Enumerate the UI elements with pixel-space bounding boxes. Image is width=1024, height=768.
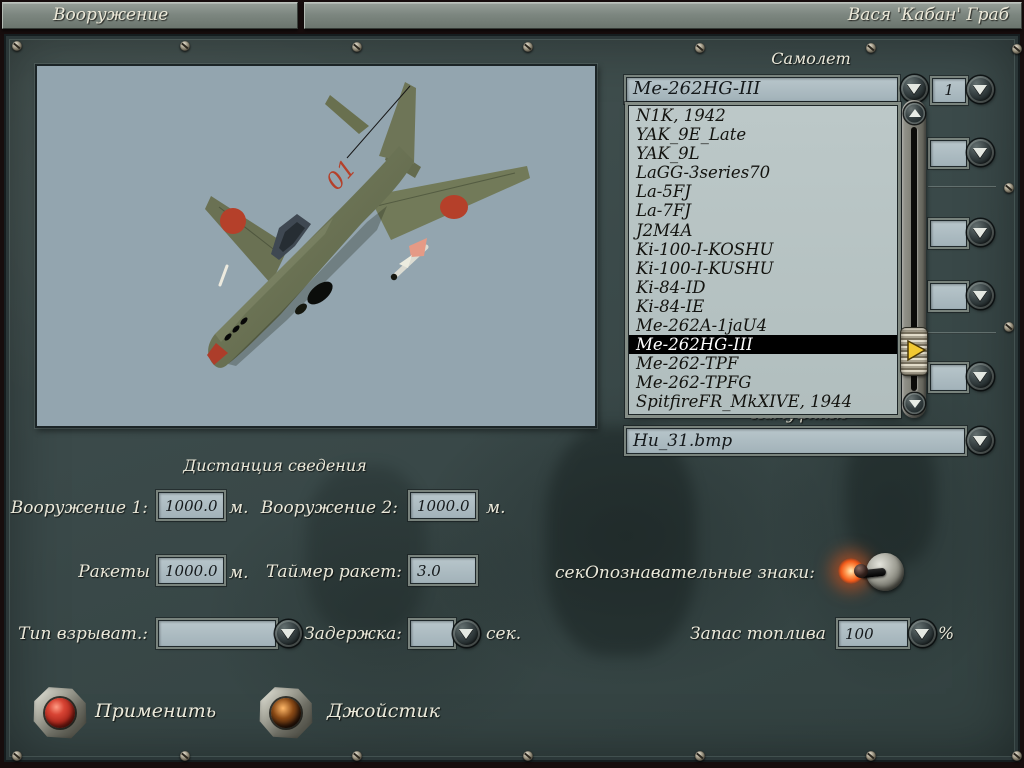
aircraft-list-item[interactable]: Me-262HG-III (629, 335, 897, 355)
section-divider (928, 186, 996, 188)
panel-screw (866, 43, 876, 53)
hidden-field-spinner[interactable] (967, 219, 994, 246)
panel-screw (1004, 183, 1014, 193)
rockets-label: Ракеты (78, 562, 150, 582)
aircraft-combo-dropdown-button[interactable] (901, 75, 928, 102)
markings-label: Опознавательные знаки: (585, 563, 815, 583)
panel-screw (1012, 751, 1022, 761)
convergence-title: Дистанция сведения (183, 456, 367, 475)
aircraft-preview: 01 (35, 64, 597, 428)
hidden-field-spinner[interactable] (967, 282, 994, 309)
aircraft-dropdown-list[interactable]: N1K, 1942 YAK_9E_Late YAK_9L LaGG-3series70… (628, 105, 898, 415)
hidden-field-fragment[interactable] (930, 283, 967, 310)
aircraft-list-item[interactable]: Me-262A-1jaU4 (629, 316, 897, 335)
aircraft-list-item[interactable]: LaGG-3series70 (629, 163, 897, 182)
fuel-input[interactable] (838, 620, 908, 647)
delay-label: Задержка: (304, 624, 402, 644)
aircraft-list-item[interactable]: Ki-84-IE (629, 297, 897, 316)
joystick-button-cap[interactable] (271, 698, 301, 728)
aircraft-list-item[interactable]: SpitfireFR_MkXIVE, 1944 (629, 392, 897, 411)
delay-spinner[interactable] (453, 620, 480, 647)
rockets-input[interactable] (158, 557, 224, 584)
panel-screw (1012, 44, 1022, 54)
hidden-field-spinner[interactable] (967, 363, 994, 390)
fuel-label: Запас топлива (690, 624, 826, 644)
hidden-field-fragment[interactable] (930, 364, 967, 391)
panel-screw (352, 42, 362, 52)
panel-screw (12, 751, 22, 761)
panel-screw (180, 41, 190, 51)
delay-unit: сек. (486, 624, 522, 644)
aircraft-list-item[interactable]: YAK_9L (629, 144, 897, 163)
joystick-button-label[interactable]: Джойстик (327, 700, 440, 722)
panel-screw (352, 751, 362, 761)
pilot-name: Вася 'Кабан' Граб (304, 2, 1022, 29)
aircraft-list-item[interactable]: J2M4A (629, 221, 897, 240)
aircraft-count-spinner[interactable] (967, 76, 994, 103)
rocket-timer-label: Таймер ракет: (266, 562, 402, 582)
hidden-field-spinner[interactable] (967, 139, 994, 166)
aircraft-list-item[interactable]: Ki-100-I-KOSHU (629, 240, 897, 259)
background-smudge (306, 466, 426, 636)
aircraft-list-item[interactable]: La-7FJ (629, 201, 897, 220)
panel-screw (695, 43, 705, 53)
weapon1-label: Вооружение 1: (10, 498, 148, 518)
hidden-field-fragment[interactable] (930, 140, 967, 167)
panel-screw (1004, 322, 1014, 332)
screen-tab-armament[interactable]: Вооружение (2, 2, 298, 29)
markings-toggle[interactable] (836, 549, 916, 595)
panel-screw (695, 751, 705, 761)
panel-screw (12, 41, 22, 51)
fuel-unit: % (938, 624, 955, 644)
weapon1-input[interactable] (158, 492, 224, 519)
aircraft-list-item[interactable]: Me-262-TPFG (629, 373, 897, 392)
toggle-knob[interactable] (854, 564, 868, 578)
panel-screw (523, 42, 533, 52)
aircraft-count-field[interactable]: 1 (932, 78, 966, 103)
rocket-timer-input[interactable] (410, 557, 476, 584)
weapon2-label: Вооружение 2: (260, 498, 398, 518)
skin-dropdown-button[interactable] (967, 427, 994, 454)
panel-screw (866, 751, 876, 761)
section-divider (928, 332, 996, 334)
apply-button-label[interactable]: Применить (95, 700, 216, 722)
svg-text:01: 01 (320, 154, 361, 195)
fuel-spinner[interactable] (909, 620, 936, 647)
panel-screw (180, 751, 190, 761)
aircraft-render-me262hg3: 01 (205, 82, 530, 368)
hidden-field-fragment[interactable] (930, 220, 967, 247)
weapon1-unit: м. (229, 498, 249, 518)
scroll-up-button[interactable] (904, 103, 925, 124)
aircraft-list-item[interactable]: N1K, 1942 (629, 106, 897, 125)
panel-screw (523, 751, 533, 761)
aircraft-list-item[interactable]: YAK_9E_Late (629, 125, 897, 144)
aircraft-list-item[interactable]: Ki-100-I-KUSHU (629, 259, 897, 278)
fuse-type-label: Тип взрыват.: (18, 624, 148, 644)
scroll-down-button[interactable] (904, 393, 925, 414)
aircraft-list-item[interactable]: Ki-84-ID (629, 278, 897, 297)
apply-button-cap[interactable] (45, 698, 75, 728)
delay-field[interactable] (410, 620, 454, 647)
rockets-unit: м. (229, 563, 249, 583)
aircraft-list-item[interactable]: Me-262-TPF (629, 354, 897, 373)
aircraft-combo[interactable]: Me-262HG-III (626, 77, 898, 102)
skin-file-field[interactable]: Hu_31.bmp (626, 428, 965, 454)
rocket-timer-unit: сек (555, 563, 585, 583)
weapon2-unit: м. (486, 498, 506, 518)
weapon2-input[interactable] (410, 492, 476, 519)
aircraft-list-item[interactable]: La-5FJ (629, 182, 897, 201)
mouse-cursor (907, 339, 927, 362)
background-smudge (546, 426, 696, 656)
